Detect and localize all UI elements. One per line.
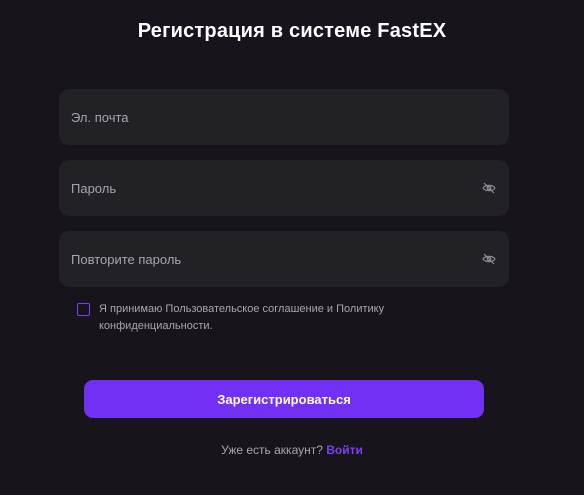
agreement-checkbox[interactable] bbox=[77, 303, 90, 316]
agreement-label: Я принимаю Пользовательское соглашение и… bbox=[99, 303, 385, 332]
login-link[interactable]: Войти bbox=[326, 443, 363, 457]
page-title: Регистрация в системе FastEX bbox=[137, 20, 447, 42]
email-field[interactable] bbox=[59, 89, 509, 145]
eye-off-icon[interactable] bbox=[481, 251, 497, 267]
agreement-row: Я принимаю Пользовательское соглашение и… bbox=[77, 301, 457, 335]
password-field[interactable] bbox=[59, 160, 509, 216]
login-prompt-text: Уже есть аккаунт? bbox=[221, 443, 323, 457]
eye-off-icon[interactable] bbox=[481, 180, 497, 196]
password-input[interactable] bbox=[71, 180, 473, 196]
login-prompt-row: Уже есть аккаунт? Войти bbox=[0, 443, 584, 457]
email-input[interactable] bbox=[71, 109, 497, 125]
confirm-password-input[interactable] bbox=[71, 251, 473, 267]
register-button[interactable]: Зарегистрироваться bbox=[84, 380, 484, 418]
registration-page: Регистрация в системе FastEX Я принимаю … bbox=[0, 0, 584, 495]
confirm-password-field[interactable] bbox=[59, 231, 509, 287]
